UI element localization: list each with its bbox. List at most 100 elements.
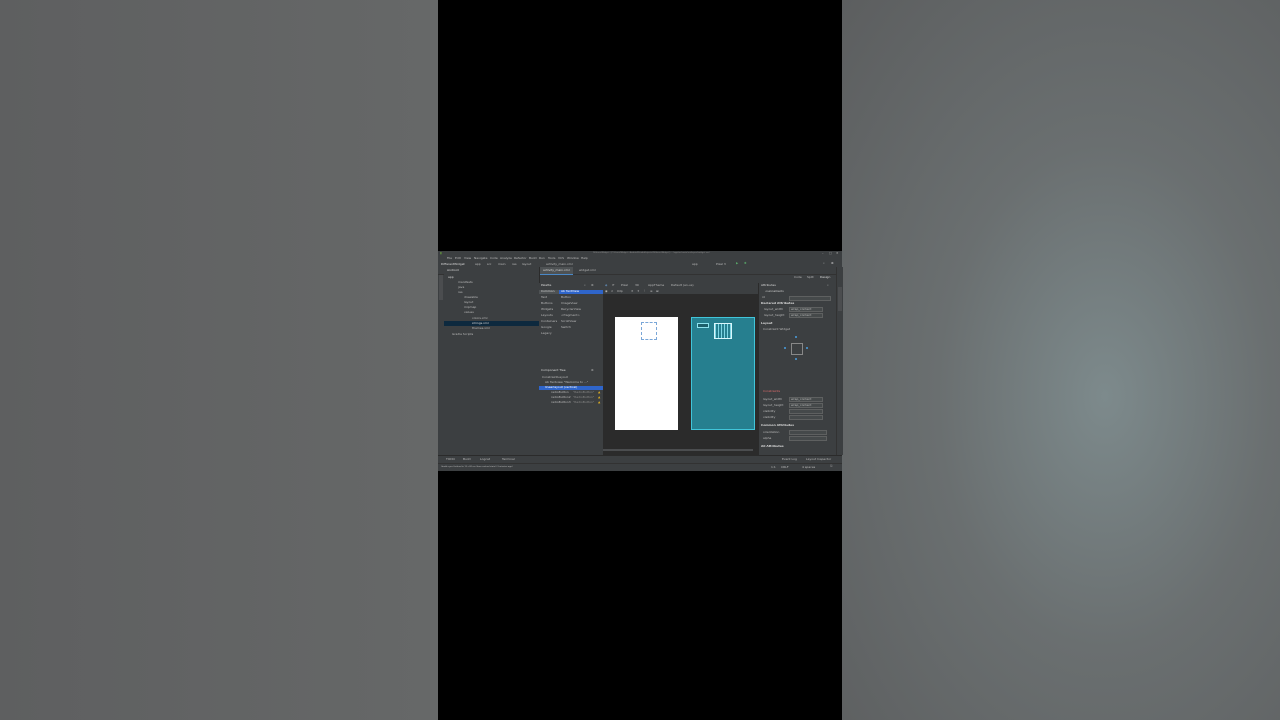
search-icon[interactable]: ⌕	[823, 262, 825, 265]
emulator-tab[interactable]	[838, 407, 842, 429]
palette-category-legacy[interactable]: Legacy	[541, 332, 552, 335]
menu-tools[interactable]: Tools	[548, 257, 555, 260]
device-dropdown-design[interactable]: Pixel	[621, 284, 628, 287]
tree-item-strings[interactable]: strings.xml	[472, 322, 489, 325]
palette-item-fragment[interactable]: <fragment>	[561, 314, 580, 317]
view-options-icon[interactable]: ◉	[605, 290, 608, 293]
palette-category-widgets[interactable]: Widgets	[541, 308, 553, 311]
menu-view[interactable]: View	[464, 257, 471, 260]
constraint-handle-bottom[interactable]	[795, 358, 797, 360]
layout-inspector-tab[interactable]: Layout Inspector	[806, 458, 831, 461]
palette-item-recyclerview[interactable]: RecyclerView	[561, 308, 581, 311]
device-dropdown[interactable]: Pixel 3	[716, 263, 726, 266]
pack-icon[interactable]: ⊞	[656, 290, 659, 293]
palette-category-common[interactable]: Common	[541, 290, 555, 293]
warning-icon[interactable]: ▲	[598, 391, 600, 394]
project-view-selector[interactable]: Android	[447, 269, 459, 272]
constraint-handle-top[interactable]	[795, 336, 797, 338]
line-separator[interactable]: CRLF	[781, 466, 789, 469]
todo-tab[interactable]: TODO	[446, 458, 455, 461]
menu-code[interactable]: Code	[490, 257, 498, 260]
orientation-icon[interactable]: ⟳	[612, 284, 615, 287]
layout-attr-field-4[interactable]	[789, 415, 823, 420]
tree-item-drawable[interactable]: drawable	[464, 296, 478, 299]
view-mode-design[interactable]: Design	[820, 276, 830, 279]
warning-icon[interactable]: ▲	[598, 396, 600, 399]
view-mode-code[interactable]: Code	[794, 276, 802, 279]
run-icon[interactable]: ▶	[736, 262, 738, 265]
menu-navigate[interactable]: Navigate	[474, 257, 487, 260]
structure-tab[interactable]	[439, 397, 443, 411]
caret-position[interactable]: 1:1	[771, 466, 776, 469]
breadcrumb-src[interactable]: src	[487, 263, 491, 266]
tree-item-values[interactable]: values	[464, 311, 474, 314]
menu-analyze[interactable]: Analyze	[500, 257, 512, 260]
palette-category-layouts[interactable]: Layouts	[541, 314, 553, 317]
guidelines-icon[interactable]: ⫶	[644, 290, 645, 293]
layout-attr-field-2[interactable]: wrap_content	[789, 403, 823, 408]
clear-constraints-icon[interactable]: ✕	[631, 290, 634, 293]
design-surface-icon[interactable]: ◈	[605, 284, 607, 287]
menu-run[interactable]: Run	[539, 257, 545, 260]
menu-vcs[interactable]: VCS	[558, 257, 564, 260]
breadcrumb-main[interactable]: main	[498, 263, 506, 266]
blueprint-textview[interactable]	[697, 323, 709, 328]
run-config-dropdown[interactable]: app	[692, 263, 698, 266]
menu-window[interactable]: Window	[567, 257, 579, 260]
id-field[interactable]	[789, 296, 831, 301]
minimize-button[interactable]: –	[822, 252, 824, 255]
component-radiobutton-2[interactable]: radioButton2	[551, 396, 571, 399]
breadcrumb-res[interactable]: res	[512, 263, 517, 266]
breadcrumb-app[interactable]: app	[475, 263, 481, 266]
breadcrumb-project[interactable]: DifferentWidget	[441, 263, 465, 266]
constraint-handle-left[interactable]	[784, 347, 786, 349]
close-button[interactable]: ✕	[836, 252, 839, 255]
menu-refactor[interactable]: Refactor	[514, 257, 527, 260]
horizontal-scrollbar[interactable]	[603, 449, 753, 451]
component-constraintlayout[interactable]: ConstraintLayout	[542, 376, 568, 379]
indent-setting[interactable]: 4 spaces	[802, 466, 815, 469]
design-preview-canvas[interactable]	[615, 317, 678, 430]
resource-manager-tab[interactable]	[439, 307, 443, 325]
menu-file[interactable]: File	[447, 257, 452, 260]
api-level-dropdown[interactable]: 30	[635, 284, 639, 287]
menu-help[interactable]: Help	[581, 257, 588, 260]
locale-dropdown[interactable]: Default (en-us)	[671, 284, 694, 287]
settings-gear-icon[interactable]: ⚙	[831, 262, 834, 265]
lock-icon[interactable]: ⚿	[830, 465, 832, 468]
build-variants-tab[interactable]	[439, 419, 443, 433]
breadcrumb-file[interactable]: activity_main.xml	[546, 263, 573, 266]
palette-item-scrollview[interactable]: ScrollView	[561, 320, 576, 323]
magnet-icon[interactable]: ∩	[611, 290, 613, 293]
component-tree-settings-icon[interactable]: ⚙	[591, 369, 594, 372]
align-icon[interactable]: ≡	[650, 290, 653, 293]
palette-category-google[interactable]: Google	[541, 326, 552, 329]
common-attr-field-2[interactable]	[789, 436, 827, 441]
layout-header[interactable]: Layout	[761, 322, 772, 325]
theme-dropdown[interactable]: AppTheme	[648, 284, 664, 287]
maximize-button[interactable]: □	[829, 252, 832, 255]
favorites-tab[interactable]	[439, 441, 443, 455]
gradle-tool-tab[interactable]	[838, 319, 842, 341]
palette-search-icon[interactable]: ⌕	[584, 284, 586, 287]
declared-attr-field-2[interactable]: wrap_content	[789, 313, 823, 318]
layout-attr-field-3[interactable]	[789, 409, 823, 414]
palette-category-text[interactable]: Text	[541, 296, 547, 299]
tree-item-java[interactable]: java	[458, 286, 464, 289]
palette-category-buttons[interactable]: Buttons	[541, 302, 553, 305]
menu-edit[interactable]: Edit	[455, 257, 461, 260]
tree-item-mipmap[interactable]: mipmap	[464, 306, 476, 309]
constraint-widget[interactable]	[784, 336, 808, 360]
blueprint-linearlayout[interactable]	[714, 323, 732, 339]
attributes-search-icon[interactable]: ⌕	[827, 284, 829, 287]
view-mode-split[interactable]: Split	[807, 276, 814, 279]
palette-item-imageview[interactable]: ImageView	[561, 302, 578, 305]
common-attributes-header[interactable]: Common Attributes	[761, 424, 794, 427]
selected-linearlayout-preview[interactable]	[641, 322, 657, 340]
terminal-tab[interactable]: Terminal	[502, 458, 515, 461]
tree-item-gradle-scripts[interactable]: Gradle Scripts	[452, 333, 473, 336]
blueprint-canvas[interactable]	[691, 317, 755, 430]
infer-constraints-icon[interactable]: ✦	[637, 290, 640, 293]
palette-item-textview[interactable]: Ab TextView	[561, 290, 579, 293]
margin-dropdown[interactable]: 0dp	[617, 290, 623, 293]
